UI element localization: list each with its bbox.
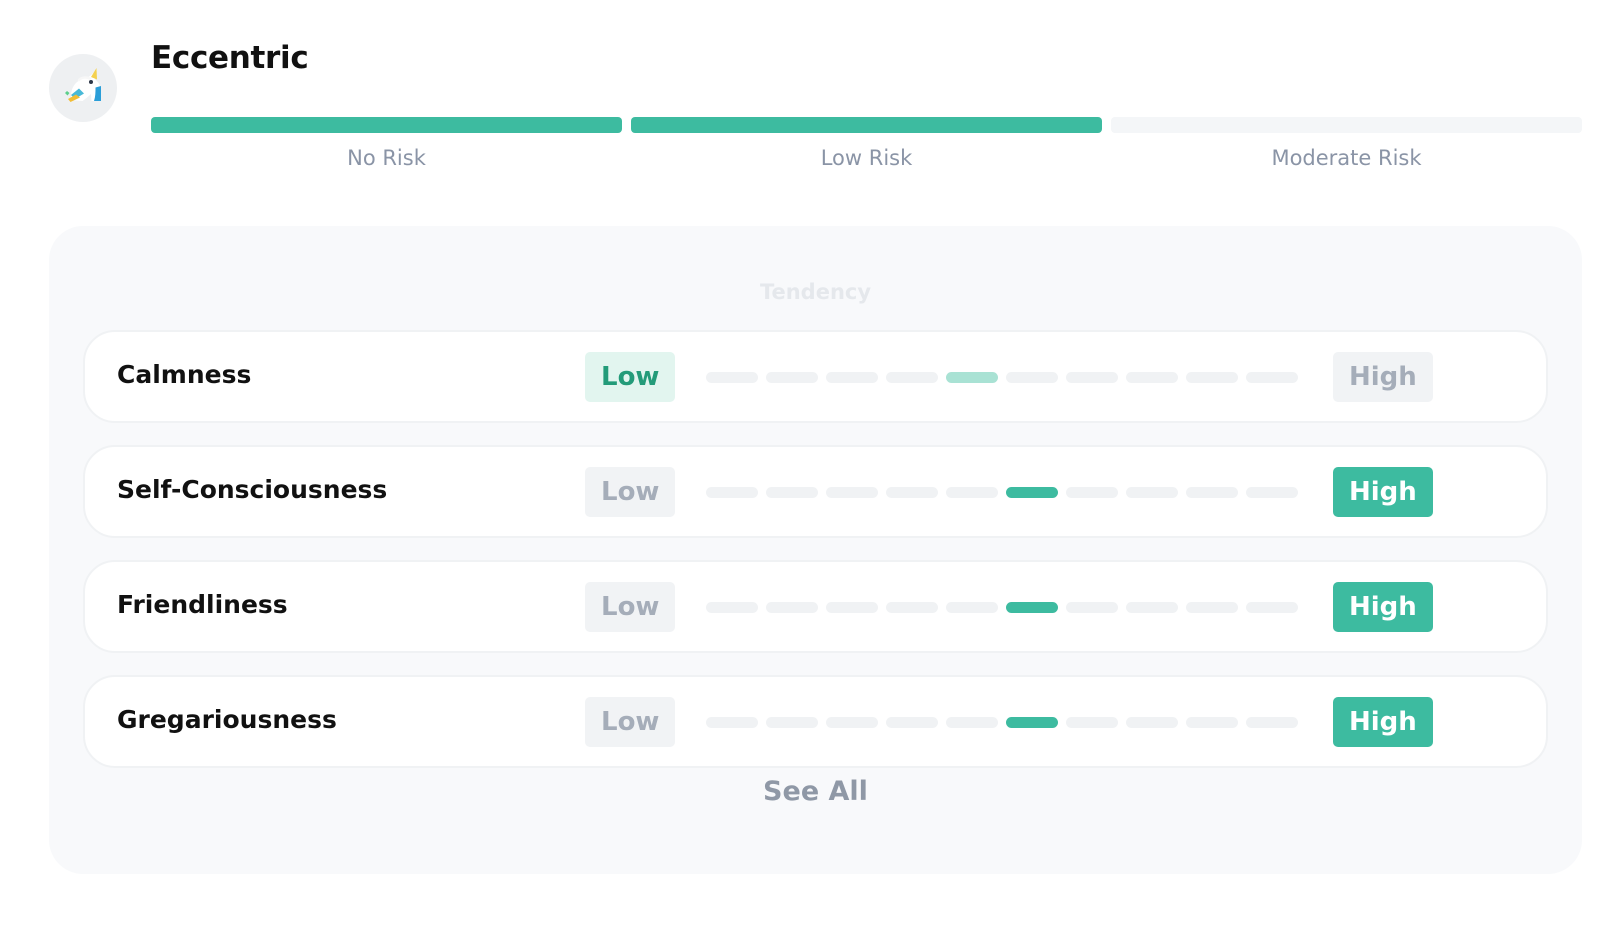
tendency-panel: Tendency Calmness Low High Self-Consciou…: [49, 226, 1582, 874]
tendency-scale-step: [1066, 372, 1118, 383]
tendency-scale-step: [946, 372, 998, 383]
personality-result-page: Eccentric No Risk Low Risk Moderate Risk…: [0, 0, 1622, 930]
tendency-scale-step: [706, 487, 758, 498]
tendency-scale-step: [1186, 717, 1238, 728]
low-tendency-badge: Low: [585, 467, 676, 517]
high-tendency-badge: High: [1333, 697, 1433, 747]
tendency-scale-step: [826, 372, 878, 383]
tendency-scale-step: [1186, 487, 1238, 498]
risk-bar: [1111, 117, 1582, 133]
high-tendency-badge: High: [1333, 467, 1433, 517]
tendency-scale-step: [766, 717, 818, 728]
tendency-scale-step: [1246, 602, 1298, 613]
trait-name: Calmness: [117, 360, 252, 389]
tendency-scale-step: [766, 372, 818, 383]
tendency-scale-step: [946, 602, 998, 613]
tendency-scale-step: [766, 487, 818, 498]
tendency-scale-step: [706, 372, 758, 383]
risk-segment-moderate-risk: Moderate Risk: [1111, 117, 1582, 170]
risk-label: Moderate Risk: [1271, 146, 1422, 170]
tendency-scale-step: [1126, 487, 1178, 498]
tendency-scale: [706, 372, 1298, 383]
tendency-scale-step: [886, 487, 938, 498]
low-tendency-badge: Low: [585, 582, 676, 632]
trait-name: Friendliness: [117, 590, 288, 619]
tendency-scale: [706, 717, 1298, 728]
tendency-scale-step: [1066, 602, 1118, 613]
trait-name: Gregariousness: [117, 705, 337, 734]
tendency-scale-step: [1006, 717, 1058, 728]
tendency-scale-step: [706, 602, 758, 613]
tendency-scale: [706, 487, 1298, 498]
profile-avatar: [49, 54, 117, 122]
tendency-scale-step: [1066, 487, 1118, 498]
trait-list: Calmness Low High Self-Consciousness Low…: [83, 330, 1548, 790]
tendency-scale-step: [1066, 717, 1118, 728]
trait-row-friendliness: Friendliness Low High: [83, 560, 1548, 653]
tendency-scale-step: [1246, 487, 1298, 498]
tendency-scale-step: [1126, 372, 1178, 383]
risk-level-scale: No Risk Low Risk Moderate Risk: [151, 117, 1582, 170]
tendency-scale-step: [1186, 602, 1238, 613]
trait-row-self-consciousness: Self-Consciousness Low High: [83, 445, 1548, 538]
tendency-scale-step: [766, 602, 818, 613]
trait-row-gregariousness: Gregariousness Low High: [83, 675, 1548, 768]
tendency-scale-step: [1126, 602, 1178, 613]
tendency-scale-step: [826, 602, 878, 613]
tendency-scale-step: [826, 717, 878, 728]
risk-bar: [151, 117, 622, 133]
risk-segment-no-risk: No Risk: [151, 117, 622, 170]
tendency-scale-step: [1126, 717, 1178, 728]
unicorn-icon: [65, 68, 101, 102]
profile-title: Eccentric: [151, 40, 309, 76]
see-all-button[interactable]: See All: [763, 776, 868, 807]
tendency-scale-step: [946, 487, 998, 498]
tendency-title: Tendency: [759, 280, 872, 305]
tendency-scale-step: [1006, 372, 1058, 383]
tendency-scale-step: [826, 487, 878, 498]
risk-label: Low Risk: [820, 146, 913, 170]
tendency-scale: [706, 602, 1298, 613]
tendency-scale-step: [946, 717, 998, 728]
tendency-scale-step: [1246, 372, 1298, 383]
tendency-scale-step: [1006, 487, 1058, 498]
low-tendency-badge: Low: [585, 697, 676, 747]
tendency-scale-step: [1186, 372, 1238, 383]
low-tendency-badge: Low: [585, 352, 676, 402]
tendency-scale-step: [1006, 602, 1058, 613]
high-tendency-badge: High: [1333, 352, 1433, 402]
tendency-scale-step: [886, 717, 938, 728]
tendency-scale-step: [706, 717, 758, 728]
risk-bar: [631, 117, 1102, 133]
risk-label: No Risk: [347, 146, 426, 170]
tendency-scale-step: [886, 372, 938, 383]
trait-row-calmness: Calmness Low High: [83, 330, 1548, 423]
tendency-scale-step: [886, 602, 938, 613]
tendency-scale-step: [1246, 717, 1298, 728]
trait-name: Self-Consciousness: [117, 475, 388, 504]
high-tendency-badge: High: [1333, 582, 1433, 632]
risk-segment-low-risk: Low Risk: [631, 117, 1102, 170]
